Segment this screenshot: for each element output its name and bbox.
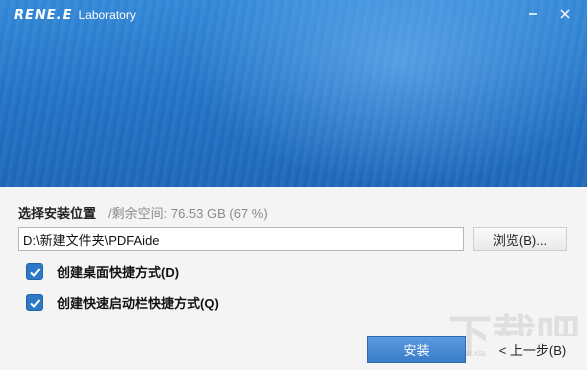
install-path-input[interactable] [18, 227, 464, 251]
install-button[interactable]: 安装 [367, 336, 466, 363]
minimize-button[interactable] [523, 4, 543, 24]
brand: RENE.E Laboratory [14, 8, 136, 23]
desktop-shortcut-checkbox[interactable] [26, 263, 43, 280]
brand-sub: Laboratory [78, 8, 136, 22]
brand-logo: RENE.E [14, 8, 73, 23]
quicklaunch-shortcut-label: 创建快速启动栏快捷方式(Q) [57, 296, 219, 311]
free-space-text: /剩余空间: 76.53 GB (67 %) [108, 206, 268, 221]
checkmark-icon [29, 298, 40, 308]
checkmark-icon [29, 267, 40, 277]
minimize-icon [529, 13, 537, 15]
close-icon [560, 9, 570, 19]
install-location-label: 选择安装位置 [18, 206, 97, 221]
header-banner: RENE.E Laboratory [0, 0, 587, 187]
desktop-shortcut-label: 创建桌面快捷方式(D) [57, 265, 180, 280]
back-button[interactable]: < 上一步(B) [486, 336, 579, 363]
quicklaunch-shortcut-checkbox[interactable] [26, 294, 43, 311]
close-button[interactable] [555, 4, 575, 24]
browse-button[interactable]: 浏览(B)... [473, 227, 567, 251]
quicklaunch-shortcut-option[interactable]: 创建快速启动栏快捷方式(Q) [26, 293, 219, 312]
desktop-shortcut-option[interactable]: 创建桌面快捷方式(D) [26, 262, 179, 281]
